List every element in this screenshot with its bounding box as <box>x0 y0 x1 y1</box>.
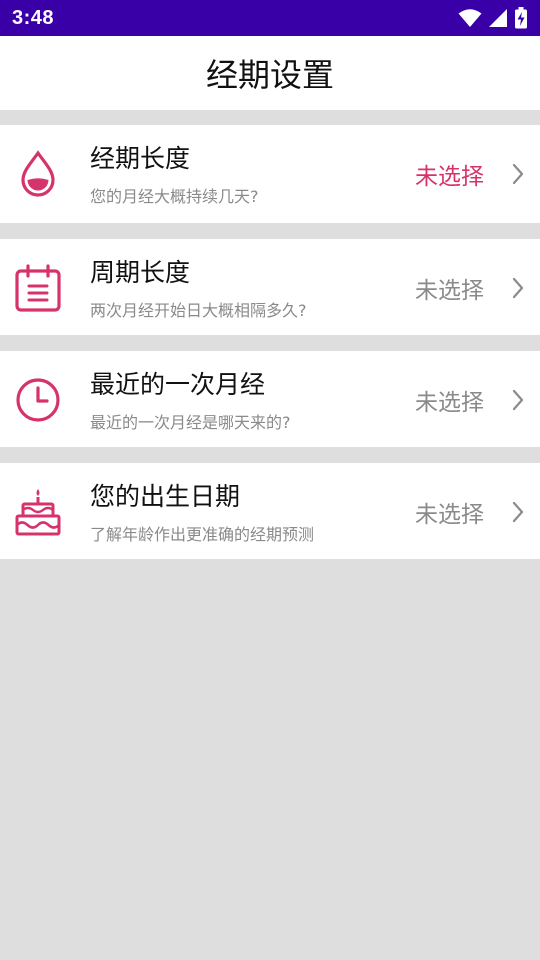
status-time: 3:48 <box>12 6 55 29</box>
clock-icon <box>14 373 62 427</box>
setting-row-period-length[interactable]: 经期长度 您的月经大概持续几天? 未选择 <box>0 125 540 223</box>
blood-drop-icon <box>14 147 62 201</box>
setting-subtitle: 了解年龄作出更准确的经期预测 <box>90 525 315 544</box>
status-icons <box>458 7 528 29</box>
chevron-right-icon <box>510 499 526 525</box>
setting-subtitle: 您的月经大概持续几天? <box>90 187 259 206</box>
calendar-icon <box>14 261 62 315</box>
status-bar: 3:48 <box>0 0 540 36</box>
setting-row-cycle-length[interactable]: 周期长度 两次月经开始日大概相隔多久? 未选择 <box>0 239 540 335</box>
setting-row-last-period[interactable]: 最近的一次月经 最近的一次月经是哪天来的? 未选择 <box>0 351 540 447</box>
setting-title: 周期长度 <box>90 258 191 287</box>
setting-title: 您的出生日期 <box>90 482 241 511</box>
setting-value: 未选择 <box>415 164 484 190</box>
chevron-right-icon <box>510 161 526 187</box>
cellular-signal-icon <box>488 8 508 28</box>
page-title: 经期设置 <box>205 56 334 94</box>
settings-list: 经期长度 您的月经大概持续几天? 未选择 周期长度 两次月经开始日大概相隔多久?… <box>0 110 540 559</box>
setting-title: 最近的一次月经 <box>90 370 266 399</box>
chevron-right-icon <box>510 275 526 301</box>
birthday-cake-icon <box>14 485 62 539</box>
setting-title: 经期长度 <box>90 144 191 173</box>
setting-value: 未选择 <box>415 278 484 304</box>
wifi-icon <box>458 8 482 28</box>
empty-background <box>0 562 540 960</box>
setting-value: 未选择 <box>415 390 484 416</box>
setting-value: 未选择 <box>415 502 484 528</box>
setting-row-birth-date[interactable]: 您的出生日期 了解年龄作出更准确的经期预测 未选择 <box>0 463 540 559</box>
setting-subtitle: 最近的一次月经是哪天来的? <box>90 413 291 432</box>
app-bar: 经期设置 <box>0 36 540 110</box>
battery-charging-icon <box>514 7 528 29</box>
chevron-right-icon <box>510 387 526 413</box>
setting-subtitle: 两次月经开始日大概相隔多久? <box>90 301 307 320</box>
